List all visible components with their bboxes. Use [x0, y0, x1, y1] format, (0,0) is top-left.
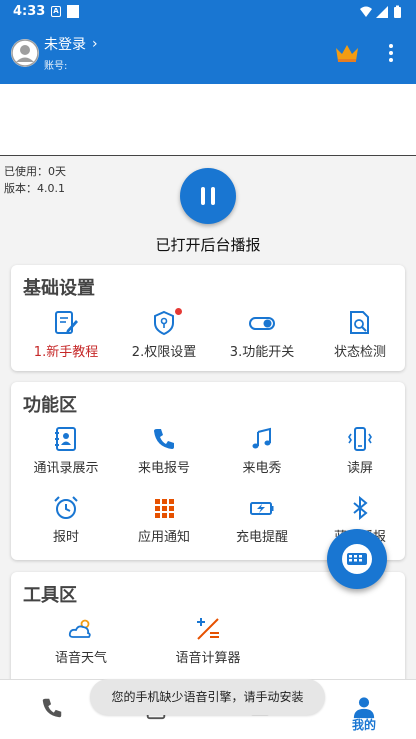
contacts-label: 通讯录展示: [33, 461, 99, 476]
voice-calculator-item[interactable]: 语音计算器: [159, 616, 257, 666]
account-label: 账号:: [44, 61, 68, 72]
app-notification-label: 应用通知: [137, 530, 190, 545]
pause-icon: [201, 187, 205, 205]
battery-charging-icon: [250, 502, 274, 515]
notification-a-icon: A: [51, 6, 61, 17]
nav-phone[interactable]: [0, 680, 104, 739]
time-announce-label: 报时: [52, 530, 79, 545]
basic-settings-card: 基础设置 1.新手教程 2.权限设置 3.功能开关 状态检测: [11, 265, 405, 371]
phone-vibrate-icon: [348, 427, 372, 451]
weather-icon: [68, 619, 91, 638]
permission-label: 2.权限设置: [131, 345, 197, 360]
wifi-icon: [360, 6, 372, 17]
calculator-icon: [197, 618, 219, 640]
charging-reminder-item[interactable]: 充电提醒: [213, 495, 311, 545]
toast-message: 您的手机缺少语音引擎，请手动安装: [90, 679, 325, 715]
banner-area: [0, 84, 416, 156]
caller-announce-item[interactable]: 来电报号: [115, 426, 213, 476]
app-notification-item[interactable]: 应用通知: [115, 495, 213, 545]
permission-item[interactable]: 2.权限设置: [115, 310, 213, 360]
charging-reminder-label: 充电提醒: [235, 530, 288, 545]
section-title-basic: 基础设置: [23, 278, 95, 299]
tutorial-label: 1.新手教程: [33, 345, 99, 360]
status-check-label: 状态检测: [333, 345, 386, 360]
login-link[interactable]: 未登录 ›: [44, 34, 98, 54]
status-check-item[interactable]: 状态检测: [311, 310, 409, 360]
version-label: 版本：4.0.1: [4, 182, 65, 195]
status-time: 4:33: [13, 4, 46, 19]
usage-days: 已使用：0天: [4, 165, 66, 178]
bluetooth-icon: [353, 495, 368, 521]
phone-icon: [154, 429, 174, 449]
screen-reader-label: 读屏: [346, 461, 373, 476]
keyboard-icon: [342, 544, 372, 574]
apps-grid-icon: [155, 499, 174, 518]
signal-icon: [376, 6, 388, 18]
section-title-features: 功能区: [23, 395, 77, 416]
crown-icon[interactable]: [334, 42, 360, 64]
document-search-icon: [350, 311, 369, 334]
battery-icon: [394, 7, 401, 18]
nav-mine-label: 我的: [351, 718, 376, 732]
pause-broadcast-button[interactable]: [180, 168, 236, 224]
voice-calculator-label: 语音计算器: [175, 651, 241, 666]
toggle-icon: [249, 317, 275, 330]
time-announce-item[interactable]: 报时: [17, 495, 115, 545]
status-bar: 4:33 A: [0, 0, 416, 24]
voice-weather-item[interactable]: 语音天气: [32, 616, 130, 666]
permission-alert-dot: [175, 308, 182, 315]
phone-nav-icon: [42, 698, 62, 718]
caller-show-label: 来电秀: [242, 461, 282, 476]
keyboard-fab-button[interactable]: [327, 529, 387, 589]
user-avatar-icon: [11, 39, 39, 67]
feature-switch-item[interactable]: 3.功能开关: [213, 310, 311, 360]
music-note-icon: [252, 427, 271, 449]
caller-show-item[interactable]: 来电秀: [213, 426, 311, 476]
status-icons: [360, 5, 401, 18]
screen-reader-item[interactable]: 读屏: [311, 426, 409, 476]
tutorial-item[interactable]: 1.新手教程: [17, 310, 115, 360]
nav-mine[interactable]: 我的: [312, 680, 416, 739]
more-options-icon[interactable]: [384, 42, 398, 64]
caller-announce-label: 来电报号: [137, 461, 190, 476]
shield-key-icon: [154, 310, 174, 336]
feature-switch-label: 3.功能开关: [229, 345, 295, 360]
broadcast-status: 已打开后台播报: [155, 236, 261, 254]
contacts-item[interactable]: 通讯录展示: [17, 426, 115, 476]
tutorial-icon: [55, 311, 78, 334]
notification-square-icon: [67, 5, 79, 18]
voice-weather-label: 语音天气: [54, 651, 107, 666]
chevron-right-icon: ›: [92, 36, 98, 52]
section-title-tools: 工具区: [23, 585, 77, 606]
avatar[interactable]: [11, 39, 39, 67]
tools-card: 工具区 语音天气 语音计算器: [11, 572, 405, 687]
app-header: 未登录 › 账号:: [0, 24, 416, 84]
login-label: 未登录: [44, 37, 86, 53]
contacts-icon: [55, 427, 76, 451]
alarm-clock-icon: [54, 496, 78, 519]
